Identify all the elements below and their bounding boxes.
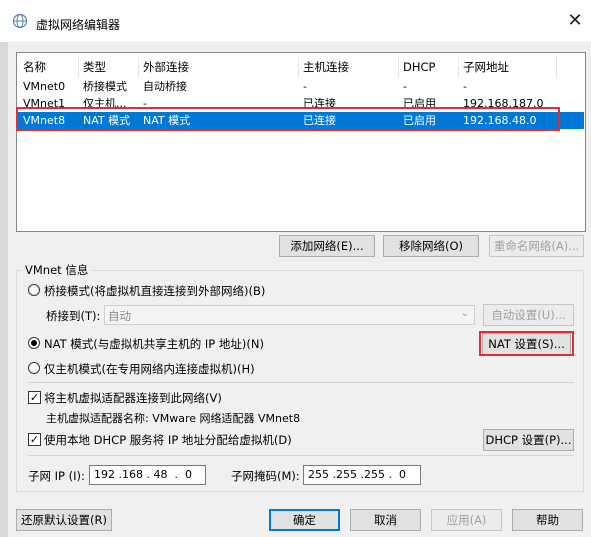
cancel-button[interactable]: 取消	[350, 509, 421, 531]
cell-subnet: -	[463, 80, 467, 93]
dhcp-settings-button[interactable]: DHCP 设置(P)...	[483, 429, 574, 451]
nat-settings-highlight-outline	[479, 331, 574, 356]
column-divider[interactable]	[398, 56, 399, 78]
subnet-ip-field[interactable]: 192 .168 . 48 . 0	[89, 465, 206, 485]
auto-settings-button[interactable]: 自动设置(U)...	[483, 304, 574, 326]
divider	[28, 455, 574, 456]
selection-highlight-outline	[16, 107, 560, 131]
subnet-mask-field[interactable]: 255 .255 .255 . 0	[303, 465, 421, 485]
close-icon[interactable]: ✕	[562, 8, 588, 34]
subnet-ip-label: 子网 IP (I):	[28, 469, 85, 483]
remove-network-button[interactable]: 移除网络(O)	[383, 235, 479, 257]
cell-dhcp: -	[403, 80, 407, 93]
restore-defaults-button[interactable]: 还原默认设置(R)	[16, 509, 112, 531]
column-header-name[interactable]: 名称	[23, 57, 46, 77]
column-header-external[interactable]: 外部连接	[143, 57, 189, 77]
rename-network-button[interactable]: 重命名网络(A)...	[489, 235, 584, 257]
vmnet-info-group-label: VMnet 信息	[22, 262, 92, 278]
bridge-mode-label[interactable]: 桥接模式(将虚拟机直接连接到外部网络)(B)	[44, 283, 265, 299]
column-divider[interactable]	[138, 56, 139, 78]
network-list[interactable]: 名称 类型 外部连接 主机连接 DHCP 子网地址 VMnet0 桥接模式 自动…	[16, 52, 586, 232]
column-header-host[interactable]: 主机连接	[303, 57, 349, 77]
cell-type: 桥接模式	[83, 80, 127, 93]
divider	[28, 382, 574, 383]
connect-adapter-checkbox[interactable]: ✓	[28, 391, 41, 404]
help-button[interactable]: 帮助	[512, 509, 583, 531]
column-divider[interactable]	[78, 56, 79, 78]
column-header-subnet[interactable]: 子网地址	[463, 57, 509, 77]
window-title: 虚拟网络编辑器	[36, 18, 121, 32]
cell-host: -	[303, 80, 307, 93]
ok-button[interactable]: 确定	[269, 509, 340, 531]
column-divider[interactable]	[298, 56, 299, 78]
use-dhcp-label[interactable]: 使用本地 DHCP 服务将 IP 地址分配给虚拟机(D)	[44, 432, 292, 448]
bridge-to-value: 自动	[108, 309, 131, 323]
column-divider[interactable]	[458, 56, 459, 78]
table-row[interactable]: VMnet0 桥接模式 自动桥接 - - -	[18, 78, 584, 95]
host-only-radio[interactable]	[28, 362, 40, 374]
chevron-down-icon: ⌄	[460, 308, 469, 319]
column-header-dhcp[interactable]: DHCP	[403, 57, 435, 77]
subnet-mask-label: 子网掩码(M):	[231, 469, 300, 483]
nat-mode-label[interactable]: NAT 模式(与虚拟机共享主机的 IP 地址)(N)	[44, 336, 264, 352]
adapter-name-text: 主机虚拟适配器名称: VMware 网络适配器 VMnet8	[46, 412, 301, 425]
use-dhcp-checkbox[interactable]: ✓	[28, 433, 41, 446]
cell-name: VMnet0	[23, 80, 66, 93]
bridge-to-label: 桥接到(T):	[46, 309, 101, 323]
add-network-button[interactable]: 添加网络(E)...	[279, 235, 375, 257]
bridge-to-select[interactable]: 自动 ⌄	[104, 305, 475, 325]
background-window-edge	[0, 42, 8, 537]
host-only-label[interactable]: 仅主机模式(在专用网络内连接虚拟机)(H)	[44, 361, 255, 377]
bridge-mode-radio[interactable]	[28, 284, 40, 296]
apply-button[interactable]: 应用(A)	[431, 509, 502, 531]
nat-mode-radio[interactable]	[28, 337, 40, 349]
connect-adapter-label[interactable]: 将主机虚拟适配器连接到此网络(V)	[44, 390, 222, 406]
column-header-type[interactable]: 类型	[83, 57, 106, 77]
cell-external: 自动桥接	[143, 80, 187, 93]
network-globe-icon	[12, 13, 28, 29]
column-divider[interactable]	[556, 56, 557, 78]
